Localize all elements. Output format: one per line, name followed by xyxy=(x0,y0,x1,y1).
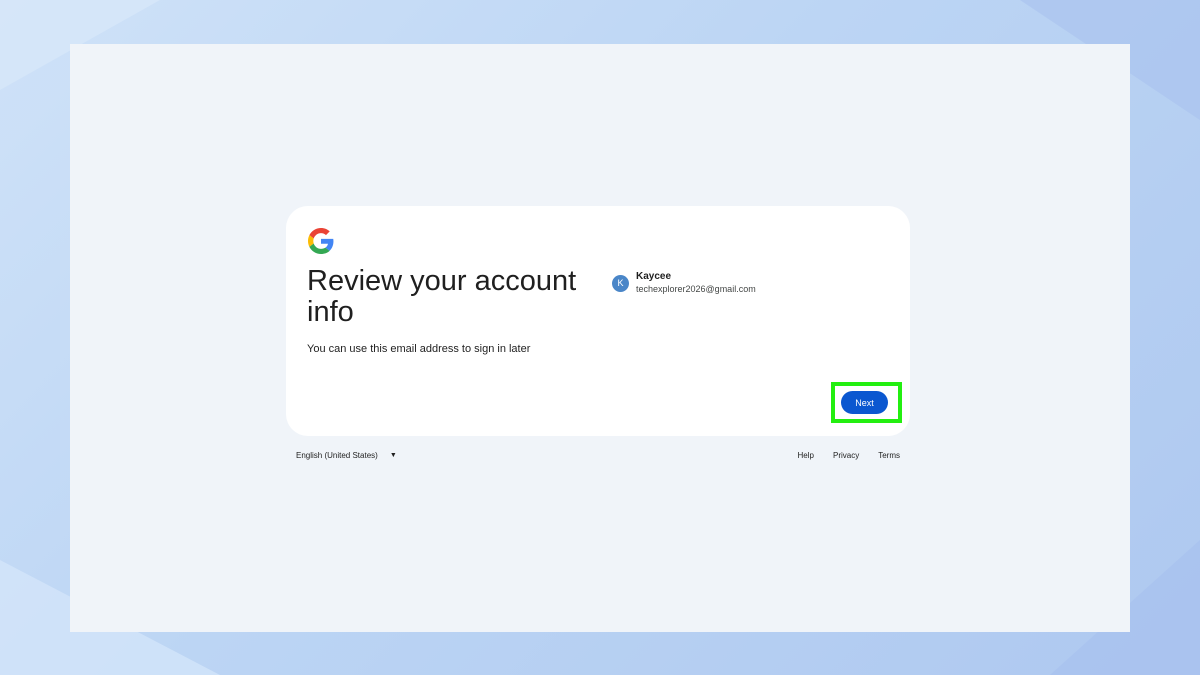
google-logo-icon xyxy=(308,228,334,254)
language-selector[interactable]: English (United States) ▼ xyxy=(296,451,397,460)
footer: English (United States) ▼ Help Privacy T… xyxy=(296,449,900,463)
privacy-link[interactable]: Privacy xyxy=(833,451,859,460)
dropdown-caret-icon: ▼ xyxy=(389,452,397,459)
browser-viewport: Review your account info You can use thi… xyxy=(70,44,1130,632)
avatar: K xyxy=(612,274,629,292)
account-chip: K Kaycee techexplorer2026@gmail.com xyxy=(612,270,756,296)
page-subtitle: You can use this email address to sign i… xyxy=(307,343,531,355)
account-name: Kaycee xyxy=(636,271,672,282)
next-button[interactable]: Next xyxy=(841,391,888,414)
page-title: Review your account info xyxy=(307,265,577,328)
account-review-card: Review your account info You can use thi… xyxy=(286,206,910,436)
terms-link[interactable]: Terms xyxy=(878,451,900,460)
language-label: English (United States) xyxy=(296,451,378,460)
account-email: techexplorer2026@gmail.com xyxy=(636,284,756,294)
footer-links: Help Privacy Terms xyxy=(779,451,900,460)
help-link[interactable]: Help xyxy=(798,451,814,460)
account-details: Kaycee techexplorer2026@gmail.com xyxy=(636,270,756,296)
